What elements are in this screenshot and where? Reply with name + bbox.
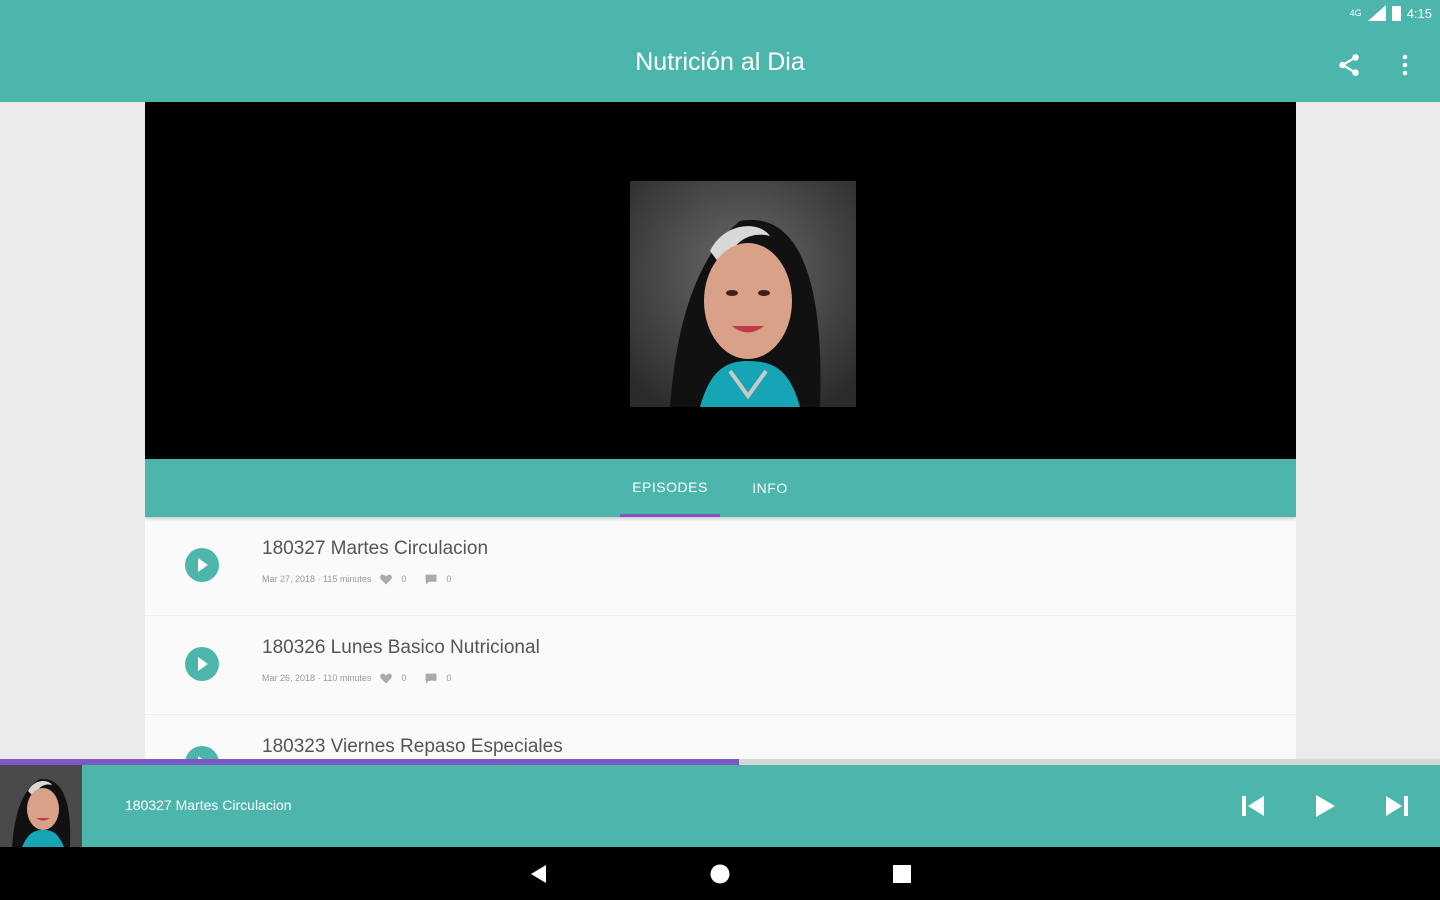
hero-area	[145, 102, 1296, 459]
skip-next-button[interactable]	[1376, 781, 1418, 831]
status-time: 4:15	[1406, 5, 1432, 21]
more-options-button[interactable]	[1388, 48, 1422, 82]
episode-title: 180323 Viernes Repaso Especiales	[262, 736, 563, 757]
episode-date-duration: Mar 26, 2018 · 110 minutes	[262, 673, 372, 683]
network-label: 4G	[1349, 8, 1362, 18]
battery-icon	[1391, 5, 1401, 21]
list-item[interactable]: 180327 Martes Circulacion Mar 27, 2018 ·…	[145, 517, 1296, 616]
mini-player: 180327 Martes Circulacion	[0, 765, 1440, 847]
episode-title: 180326 Lunes Basico Nutricional	[262, 637, 540, 658]
comments-count: 0	[446, 673, 452, 683]
player-controls	[1232, 781, 1418, 831]
likes-count: 0	[401, 673, 407, 683]
app-actions	[1332, 48, 1422, 82]
play-icon	[1316, 795, 1335, 817]
tab-episodes[interactable]: EPISODES	[620, 459, 720, 517]
skip-previous-icon	[1242, 796, 1264, 816]
play-episode-button[interactable]	[185, 548, 219, 582]
play-button[interactable]	[1304, 781, 1346, 831]
status-icons: 4G 4:15	[1350, 5, 1432, 21]
page-title: Nutrición al Dia	[635, 48, 805, 76]
signal-icon	[1367, 5, 1386, 21]
home-icon	[710, 864, 730, 884]
back-button[interactable]	[524, 860, 552, 888]
heart-icon	[380, 574, 393, 585]
episode-list: 180327 Martes Circulacion Mar 27, 2018 ·…	[145, 517, 1296, 762]
host-thumbnail	[0, 765, 82, 847]
share-button[interactable]	[1332, 48, 1366, 82]
podcast-cover-image	[630, 181, 856, 407]
likes-count: 0	[401, 574, 407, 584]
play-episode-button[interactable]	[185, 647, 219, 681]
more-vert-icon	[1402, 54, 1408, 76]
list-item[interactable]: 180326 Lunes Basico Nutricional Mar 26, …	[145, 616, 1296, 715]
share-icon	[1339, 54, 1359, 76]
tab-info[interactable]: INFO	[735, 459, 805, 517]
skip-next-icon	[1386, 796, 1408, 816]
comment-icon	[425, 673, 437, 684]
back-icon	[531, 865, 546, 883]
list-item[interactable]: 180323 Viernes Repaso Especiales	[145, 715, 1296, 762]
now-playing-thumbnail[interactable]	[0, 765, 82, 847]
host-portrait	[630, 181, 856, 407]
episode-date-duration: Mar 27, 2018 · 115 minutes	[262, 574, 372, 584]
system-navigation-bar	[0, 847, 1440, 900]
now-playing-title: 180327 Martes Circulacion	[125, 797, 292, 813]
home-button[interactable]	[706, 860, 734, 888]
tab-bar: EPISODES INFO	[145, 459, 1296, 517]
episode-meta: Mar 27, 2018 · 115 minutes 0 0	[262, 573, 451, 585]
heart-icon	[380, 673, 393, 684]
podcast-content: EPISODES INFO 180327 Martes Circulacion …	[145, 102, 1296, 762]
skip-previous-button[interactable]	[1232, 781, 1274, 831]
recents-button[interactable]	[888, 860, 916, 888]
comment-icon	[425, 574, 437, 585]
recents-icon	[893, 865, 911, 883]
app-bar: Nutrición al Dia	[0, 28, 1440, 102]
episode-meta: Mar 26, 2018 · 110 minutes 0 0	[262, 672, 451, 684]
status-bar: 4G 4:15	[0, 0, 1440, 28]
comments-count: 0	[446, 574, 452, 584]
episode-title: 180327 Martes Circulacion	[262, 538, 489, 559]
